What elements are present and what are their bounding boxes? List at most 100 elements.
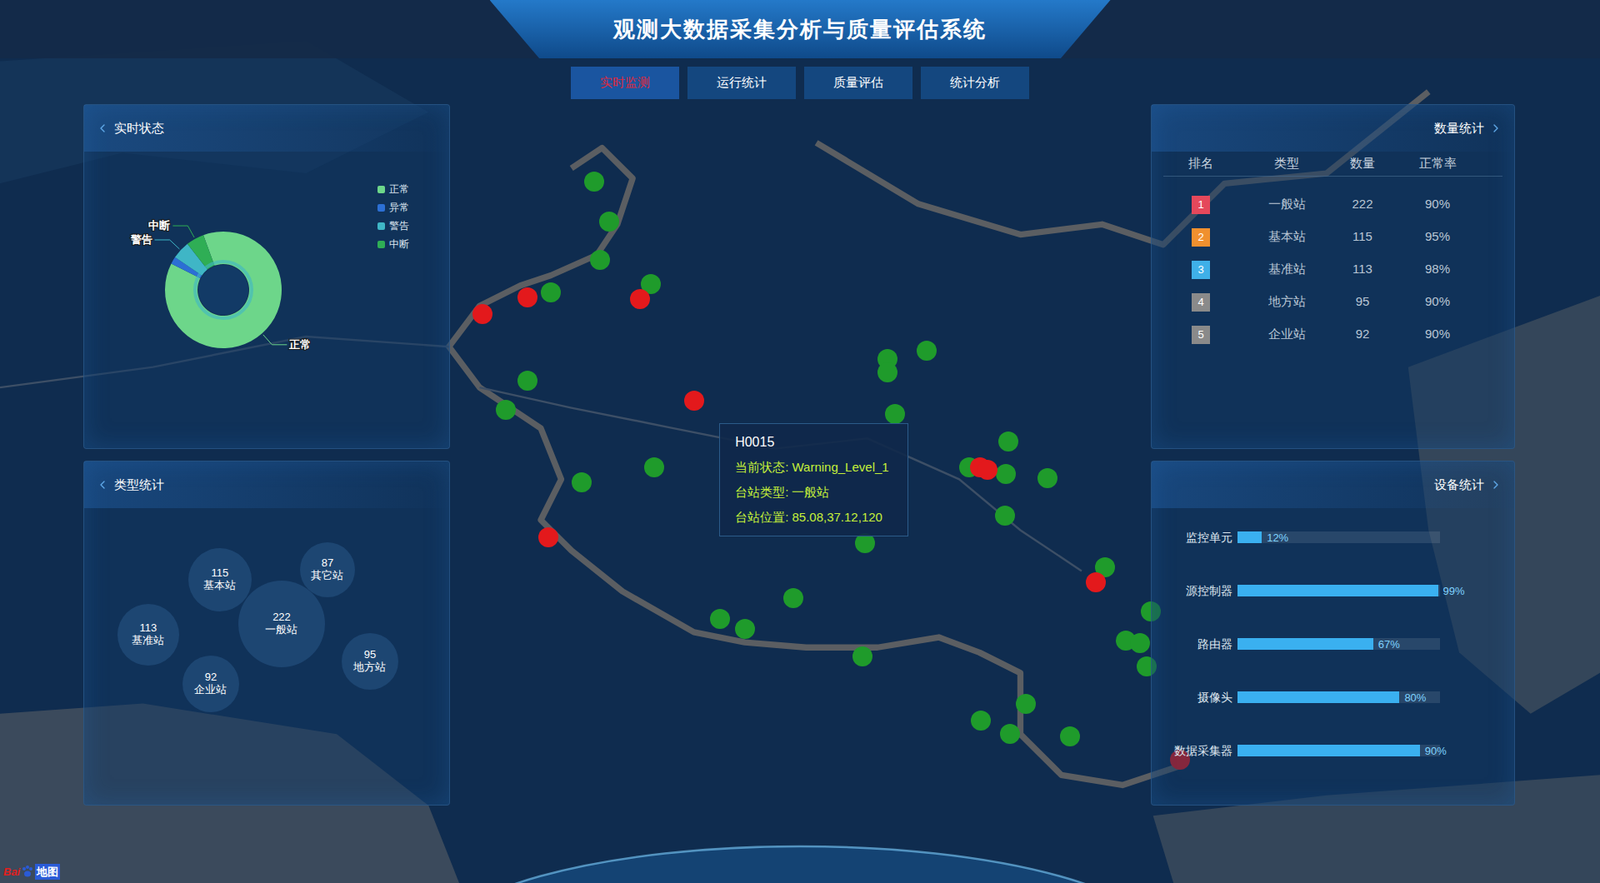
table-row[interactable]: 3基准站11398% [1163,253,1503,286]
table-row[interactable]: 4地方站9590% [1163,285,1503,319]
station-tooltip: H0015当前状态: Warning_Level_1台站类型: 一般站台站位置:… [719,423,909,537]
device-reading: 80% [1404,692,1426,704]
type-bubble[interactable]: 113基准站 [117,604,180,666]
station-marker[interactable] [1085,572,1106,593]
panel-title: 实时状态 [114,119,165,139]
device-reading: 99% [1443,585,1465,597]
nav-tab[interactable]: 运行统计 [687,66,796,100]
rate-cell: 95% [1390,227,1485,247]
tooltip-line: 台站位置: 85.08,37.12,120 [735,507,893,528]
device-row: 源控制器 99% [1151,564,1515,618]
station-marker[interactable] [1037,468,1058,489]
device-list: 监控单元12%源控制器99%路由器67%摄像头80%数据采集器90% [1151,510,1515,778]
station-marker[interactable] [995,505,1015,526]
donut-segment[interactable] [165,231,282,349]
table-header: 排名类型数量正常率 [1163,151,1503,177]
station-marker[interactable] [630,289,650,310]
station-marker[interactable] [1015,694,1036,715]
svg-text:中断: 中断 [148,219,170,232]
count-cell: 95 [1335,292,1390,312]
table-row[interactable]: 5企业站9290% [1163,318,1503,351]
device-label: 源控制器 [1151,582,1233,600]
station-marker[interactable] [852,646,873,667]
donut-label: 中断 [148,219,195,238]
svg-text:警告: 警告 [130,233,153,246]
rate-cell: 90% [1390,325,1485,345]
count-panel: 数量统计排名类型数量正常率1一般站22290%2基本站11595%3基准站113… [1150,104,1515,450]
column-header: 数量 [1335,154,1390,174]
table-row[interactable]: 1一般站22290% [1163,188,1503,221]
legend-item[interactable]: 警告 [377,218,410,234]
rank-badge: 5 [1191,325,1210,345]
station-marker[interactable] [783,588,804,609]
station-marker[interactable] [538,527,559,548]
station-marker[interactable] [517,370,538,391]
svg-text:正常: 正常 [288,338,311,351]
legend-item[interactable]: 正常 [377,181,410,197]
station-marker[interactable] [1000,724,1020,745]
station-marker[interactable] [540,282,561,303]
chevron-left-icon[interactable] [95,478,110,492]
station-marker[interactable] [1060,726,1080,747]
device-bar-fill [1237,745,1420,757]
device-bar-fill [1237,638,1374,650]
station-marker[interactable] [710,609,730,630]
type-bubble[interactable]: 222一般站 [238,580,325,668]
panel-header: 类型统计 [84,461,450,509]
station-marker[interactable] [599,211,620,232]
type-bubble[interactable]: 92企业站 [182,655,239,712]
nav-tab[interactable]: 统计分析 [920,66,1030,100]
count-cell: 113 [1335,260,1390,280]
device-label: 数据采集器 [1151,742,1233,760]
station-marker[interactable] [877,362,898,383]
station-marker[interactable] [495,400,516,420]
rank-badge: 3 [1191,260,1210,280]
type-cell: 一般站 [1238,195,1335,215]
station-marker[interactable] [644,457,665,478]
station-marker[interactable] [735,619,755,640]
station-marker[interactable] [590,250,610,270]
rate-cell: 90% [1390,195,1485,215]
device-row: 数据采集器 90% [1151,724,1515,778]
station-marker[interactable] [517,287,538,308]
panel-title: 类型统计 [114,475,165,495]
station-marker[interactable] [571,472,592,493]
panel-header: 实时状态 [84,105,450,152]
rate-cell: 90% [1390,292,1485,312]
tooltip-line: 台站类型: 一般站 [735,482,893,503]
station-marker[interactable] [885,404,905,425]
chevron-left-icon[interactable] [95,121,110,135]
station-marker[interactable] [970,710,991,731]
chevron-right-icon[interactable] [1489,478,1503,492]
station-marker[interactable] [916,340,937,361]
count-cell: 115 [1335,227,1390,247]
station-marker[interactable] [584,171,605,192]
logo-brand: Bai [3,864,20,881]
legend-item[interactable]: 中断 [377,236,410,252]
type-bubble[interactable]: 87其它站 [300,542,355,597]
tooltip-line: 当前状态: Warning_Level_1 [735,457,893,478]
chevron-right-icon[interactable] [1489,121,1503,135]
device-row: 监控单元12% [1151,510,1515,565]
header-bar: 观测大数据采集分析与质量评估系统 [0,0,1600,59]
station-marker[interactable] [472,304,493,325]
type-cell: 基准站 [1238,260,1335,280]
type-bubble[interactable]: 115基本站 [188,548,251,611]
count-cell: 92 [1335,325,1390,345]
donut-label: 正常 [263,335,312,351]
device-bar-fill [1237,691,1400,704]
station-marker[interactable] [1130,633,1150,654]
device-reading: 12% [1266,532,1289,544]
device-reading: 90% [1425,745,1447,757]
type-bubble[interactable]: 95地方站 [341,633,399,690]
station-marker[interactable] [995,464,1016,485]
table-row[interactable]: 2基本站11595% [1163,220,1503,254]
device-bar-track: 80% [1237,691,1440,704]
nav-tab[interactable]: 实时监测 [570,66,680,100]
station-marker[interactable] [998,431,1019,452]
nav-tab[interactable]: 质量评估 [804,66,913,100]
station-marker[interactable] [977,460,998,480]
panel-title: 设备统计 [1434,475,1485,495]
station-marker[interactable] [684,390,705,411]
legend-item[interactable]: 异常 [377,200,410,215]
